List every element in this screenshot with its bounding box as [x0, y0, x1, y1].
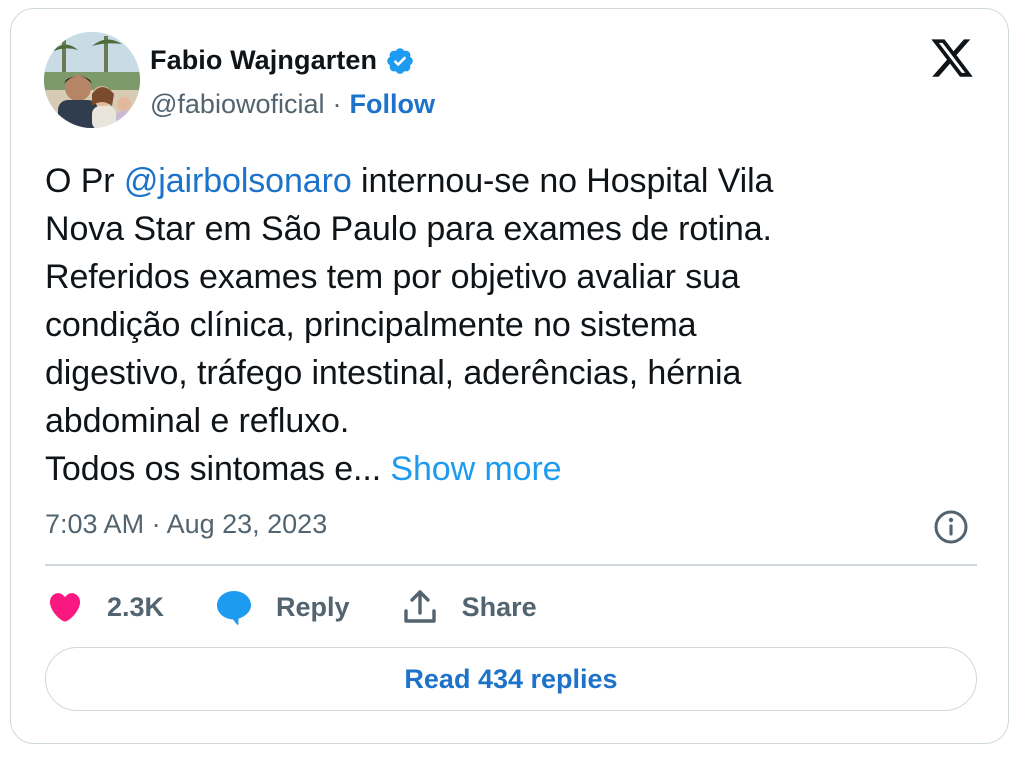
- follow-button[interactable]: Follow: [350, 89, 435, 120]
- verified-badge-icon: [385, 46, 415, 76]
- tweet-text-line1-rest: internou-se no Hospital Vila: [351, 162, 774, 200]
- share-button[interactable]: Share: [400, 587, 537, 627]
- info-icon[interactable]: [931, 507, 971, 547]
- action-bar: 2.3K Reply Share: [45, 587, 587, 627]
- tweet-text-prefix: O Pr: [45, 162, 124, 200]
- heart-icon: [45, 587, 85, 627]
- like-count: 2.3K: [107, 591, 165, 622]
- reply-button[interactable]: Reply: [214, 587, 350, 627]
- tweet-text-line: Nova Star em São Paulo para exames de ro…: [45, 210, 772, 248]
- tweet-timestamp[interactable]: 7:03 AM · Aug 23, 2023: [45, 509, 327, 540]
- show-more-link[interactable]: Show more: [390, 450, 561, 488]
- tweet-text-line: condição clínica, principalmente no sist…: [45, 306, 697, 344]
- author-name-row: Fabio Wajngarten: [150, 45, 415, 76]
- handle-separator: ·: [332, 89, 342, 119]
- reply-bubble-icon: [214, 587, 254, 627]
- tweet-text-truncated: Todos os sintomas e...: [45, 450, 391, 488]
- author-handle[interactable]: @fabiowoficial: [150, 89, 325, 120]
- author-avatar[interactable]: [44, 32, 140, 128]
- tweet-text-line: abdominal e refluxo.: [45, 402, 350, 440]
- share-upload-icon: [400, 587, 440, 627]
- share-label: Share: [461, 591, 537, 622]
- mention-link[interactable]: @jairbolsonaro: [124, 162, 352, 200]
- tweet-text: O Pr @jairbolsonaro internou-se no Hospi…: [45, 157, 925, 493]
- author-handle-row: @fabiowoficial · Follow: [150, 89, 435, 120]
- tweet-card: Fabio Wajngarten @fabiowoficial · Follow…: [10, 8, 1009, 744]
- divider: [45, 564, 977, 566]
- tweet-text-line: Referidos exames tem por objetivo avalia…: [45, 258, 740, 296]
- avatar-photo: [44, 32, 140, 128]
- read-replies-button[interactable]: Read 434 replies: [45, 647, 977, 711]
- reply-label: Reply: [276, 591, 350, 622]
- author-display-name[interactable]: Fabio Wajngarten: [150, 45, 377, 76]
- tweet-text-line: digestivo, tráfego intestinal, aderência…: [45, 354, 742, 392]
- like-button[interactable]: 2.3K: [45, 587, 164, 627]
- x-logo-icon[interactable]: [929, 35, 975, 81]
